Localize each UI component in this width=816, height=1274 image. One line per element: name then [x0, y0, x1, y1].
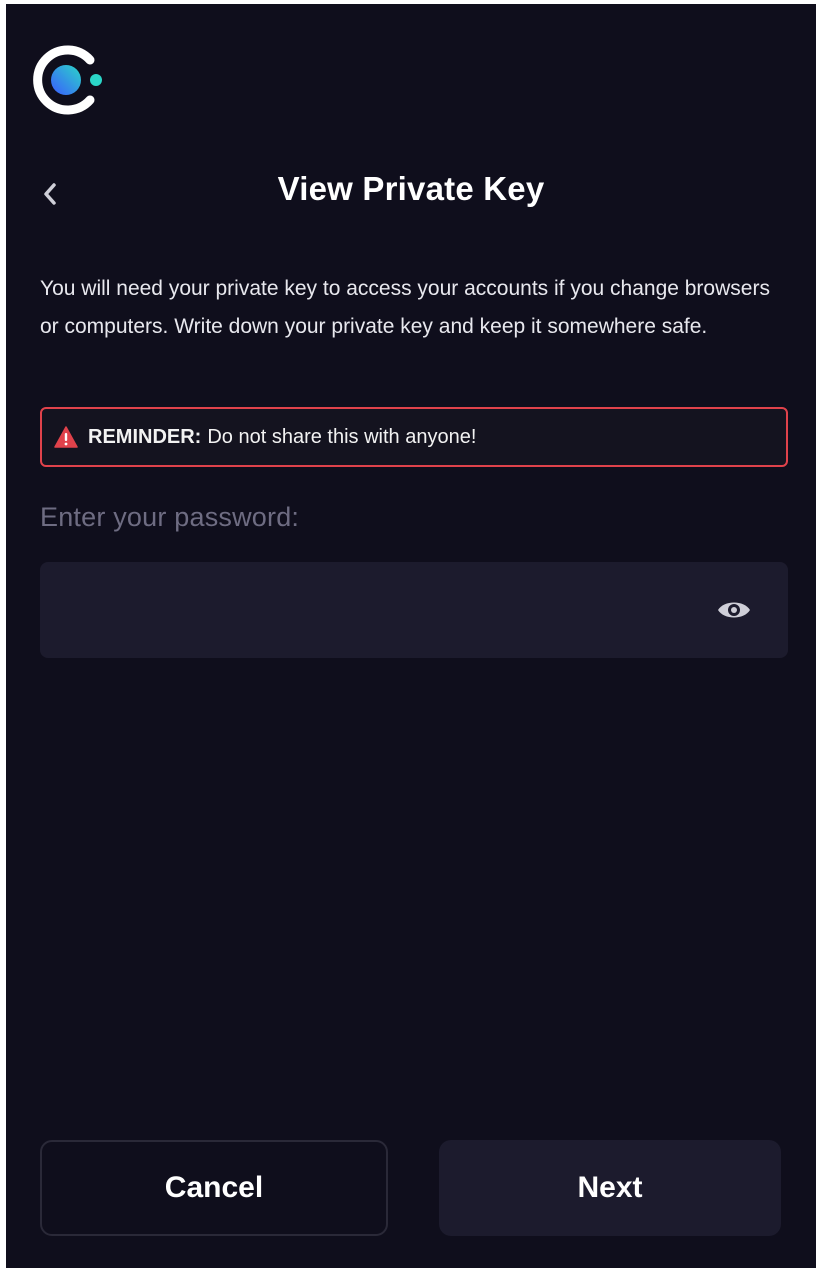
password-field-container — [40, 562, 788, 658]
description-text: You will need your private key to access… — [40, 277, 770, 338]
back-button[interactable] — [34, 174, 66, 214]
view-private-key-screen: View Private Key You will need your priv… — [6, 4, 816, 1268]
warning-triangle-icon — [54, 426, 78, 448]
eye-icon — [718, 602, 750, 618]
page-title: View Private Key — [277, 170, 545, 207]
cancel-button[interactable]: Cancel — [40, 1140, 388, 1236]
next-button[interactable]: Next — [439, 1140, 781, 1236]
reminder-banner: REMINDER: Do not share this with anyone! — [40, 407, 788, 467]
show-password-toggle[interactable] — [716, 596, 752, 624]
chevron-left-icon — [44, 183, 56, 205]
app-logo-icon — [32, 42, 106, 118]
reminder-text: Do not share this with anyone! — [207, 425, 477, 448]
reminder-label: REMINDER: — [88, 425, 202, 448]
password-label: Enter your password: — [40, 502, 300, 532]
password-input[interactable] — [40, 562, 788, 658]
